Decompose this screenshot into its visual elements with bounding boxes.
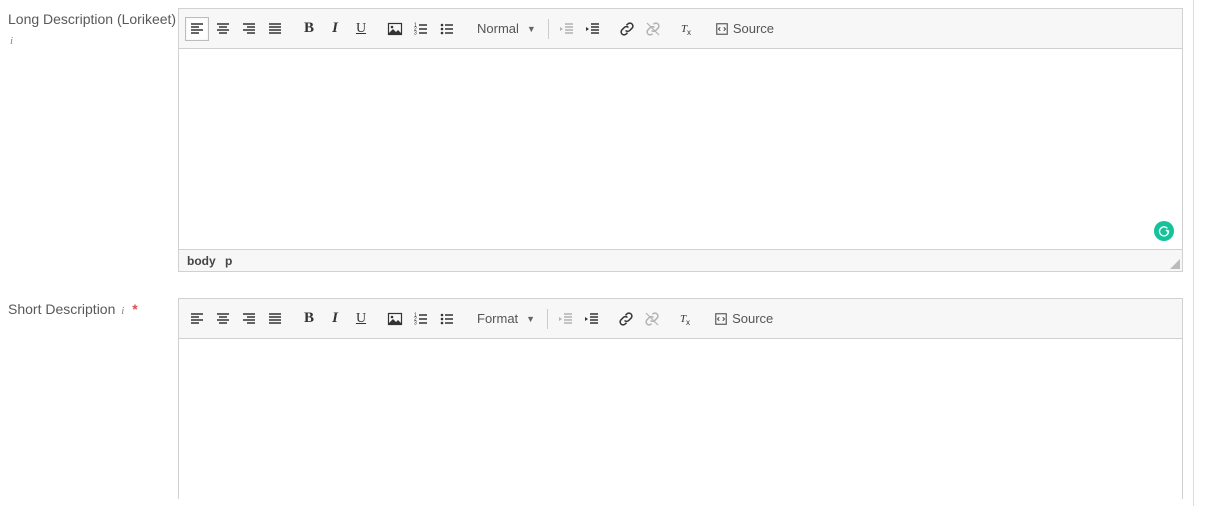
bullet-list-button[interactable] xyxy=(435,17,459,41)
remove-format-button[interactable]: Tx xyxy=(675,17,699,41)
label-short-description: Short Description i * xyxy=(8,298,178,320)
required-indicator: * xyxy=(132,301,137,317)
unlink-button[interactable] xyxy=(641,17,665,41)
label-long-description-text: Long Description (Lorikeet) xyxy=(8,11,176,27)
label-short-description-text: Short Description xyxy=(8,301,115,317)
editor-content-long[interactable] xyxy=(179,49,1182,249)
source-button[interactable]: Source xyxy=(708,309,779,328)
editor-content-short[interactable] xyxy=(179,339,1182,499)
align-right-button[interactable] xyxy=(237,307,261,331)
svg-text:x: x xyxy=(686,318,690,327)
image-button[interactable] xyxy=(383,17,407,41)
format-dropdown[interactable]: Normal ▼ xyxy=(469,19,542,38)
align-left-button[interactable] xyxy=(185,307,209,331)
numbered-list-button[interactable]: 123 xyxy=(409,307,433,331)
status-bar-long: body p xyxy=(179,249,1182,271)
editor-short-description: B I U 123 Format ▼ xyxy=(178,298,1183,499)
toolbar-separator xyxy=(547,309,548,329)
indent-button[interactable] xyxy=(581,17,605,41)
italic-button[interactable]: I xyxy=(323,17,347,41)
row-short-description: Short Description i * B I xyxy=(0,290,1213,499)
align-right-button[interactable] xyxy=(237,17,261,41)
label-long-description: Long Description (Lorikeet) i xyxy=(8,8,178,49)
unlink-button[interactable] xyxy=(640,307,664,331)
format-dropdown[interactable]: Format ▼ xyxy=(469,309,541,328)
chevron-down-icon: ▼ xyxy=(526,314,535,324)
toolbar-short: B I U 123 Format ▼ xyxy=(179,299,1182,339)
info-icon[interactable]: i xyxy=(10,35,13,47)
svg-text:x: x xyxy=(687,28,691,37)
align-justify-button[interactable] xyxy=(263,17,287,41)
align-center-button[interactable] xyxy=(211,17,235,41)
align-center-button[interactable] xyxy=(211,307,235,331)
image-button[interactable] xyxy=(383,307,407,331)
outdent-button[interactable] xyxy=(555,17,579,41)
toolbar-long: B I U 123 Normal ▼ xyxy=(179,9,1182,49)
align-justify-button[interactable] xyxy=(263,307,287,331)
chevron-down-icon: ▼ xyxy=(527,24,536,34)
numbered-list-button[interactable]: 123 xyxy=(409,17,433,41)
editor-long-description: B I U 123 Normal ▼ xyxy=(178,8,1183,272)
source-button-label: Source xyxy=(732,311,773,326)
format-dropdown-label: Normal xyxy=(477,21,519,36)
link-button[interactable] xyxy=(615,17,639,41)
remove-format-button[interactable]: Tx xyxy=(674,307,698,331)
row-long-description: Long Description (Lorikeet) i B xyxy=(0,0,1213,272)
source-button[interactable]: Source xyxy=(709,19,780,38)
underline-button[interactable]: U xyxy=(349,307,373,331)
resize-handle[interactable] xyxy=(1170,259,1180,269)
link-button[interactable] xyxy=(614,307,638,331)
panel-right-border xyxy=(1193,0,1194,506)
format-dropdown-label: Format xyxy=(477,311,518,326)
source-button-label: Source xyxy=(733,21,774,36)
svg-text:3: 3 xyxy=(414,320,417,326)
info-icon[interactable]: i xyxy=(121,305,124,317)
underline-button[interactable]: U xyxy=(349,17,373,41)
element-path[interactable]: body p xyxy=(187,254,238,268)
path-body[interactable]: body xyxy=(187,254,216,268)
bold-button[interactable]: B xyxy=(297,17,321,41)
svg-text:3: 3 xyxy=(414,30,417,36)
grammarly-icon[interactable] xyxy=(1154,221,1174,241)
path-p[interactable]: p xyxy=(225,254,232,268)
toolbar-separator xyxy=(548,19,549,39)
italic-button[interactable]: I xyxy=(323,307,347,331)
bullet-list-button[interactable] xyxy=(435,307,459,331)
bold-button[interactable]: B xyxy=(297,307,321,331)
align-left-button[interactable] xyxy=(185,17,209,41)
outdent-button[interactable] xyxy=(554,307,578,331)
indent-button[interactable] xyxy=(580,307,604,331)
